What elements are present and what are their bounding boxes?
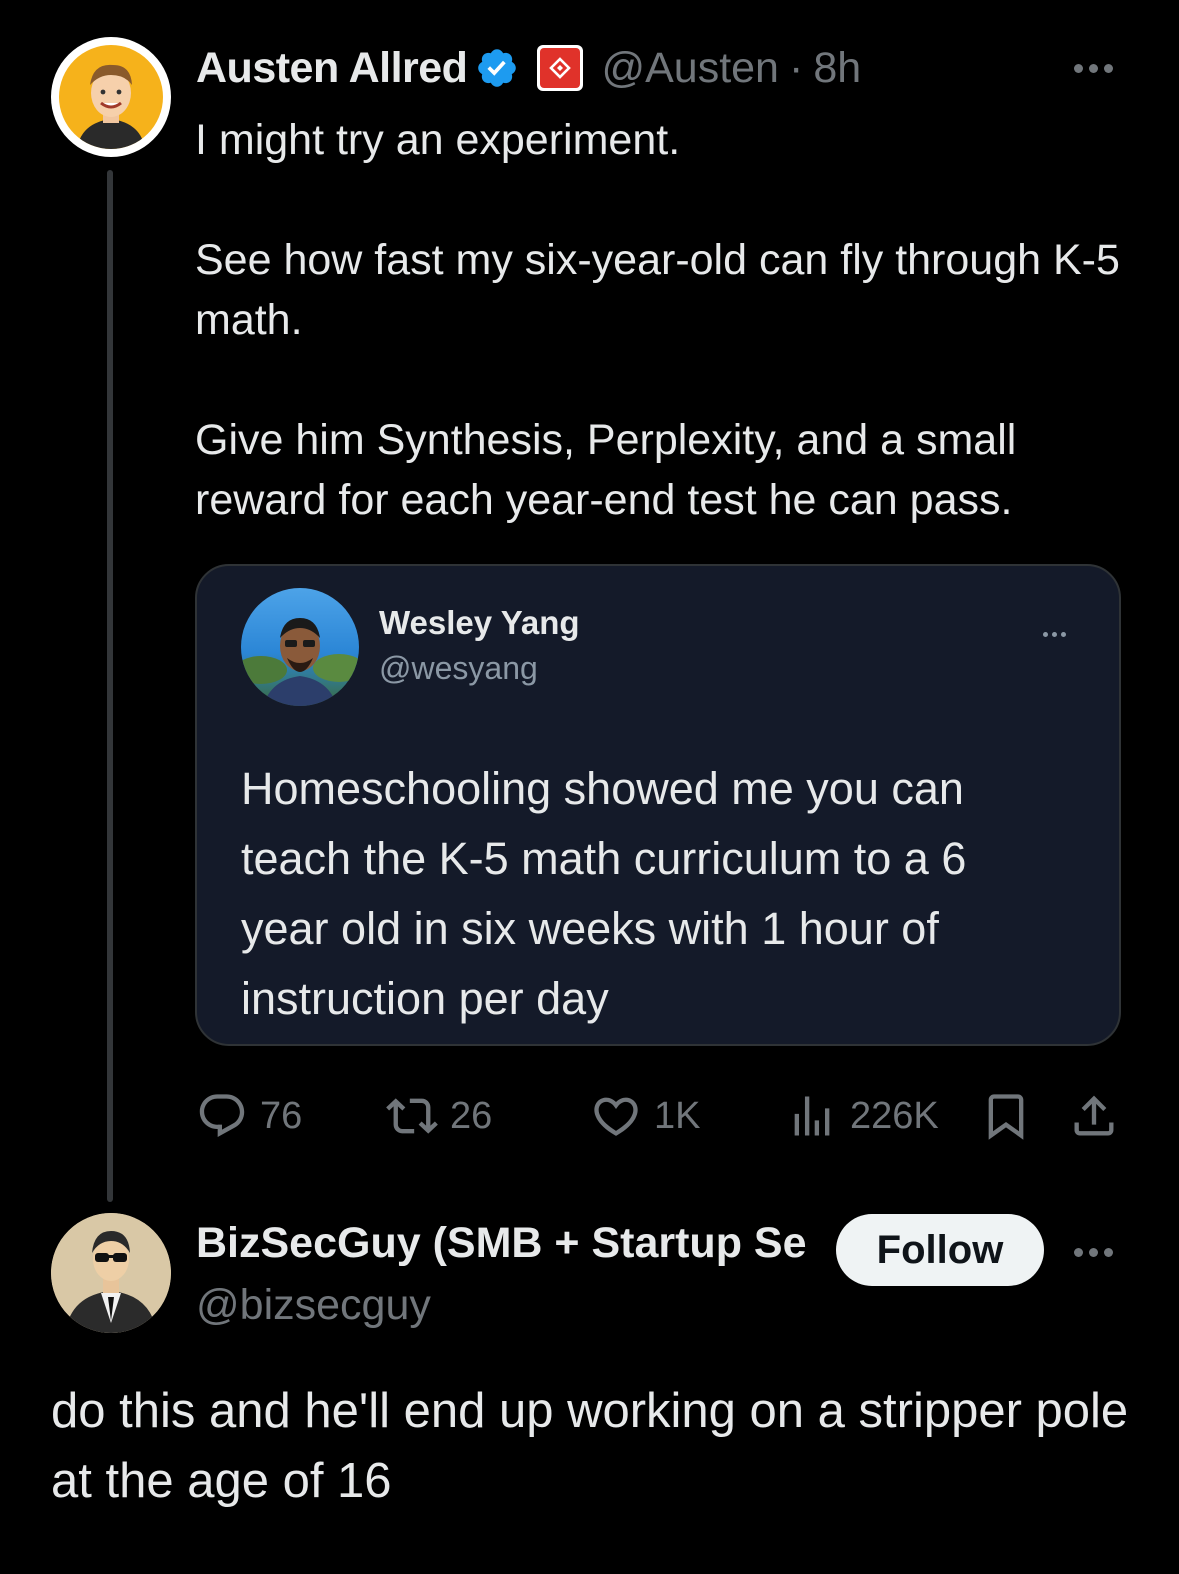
reply-count: 76: [260, 1094, 303, 1137]
views-count: 226K: [850, 1094, 939, 1137]
bookmark-icon: [988, 1094, 1024, 1140]
repost-button[interactable]: 26: [386, 1086, 492, 1146]
tweet-paragraph: I might try an experiment.: [195, 116, 681, 164]
tweet-actions: 76 26 1K 226K: [196, 1086, 1126, 1146]
reply-icon: [199, 1094, 245, 1138]
repost-icon: [386, 1098, 438, 1134]
author-handle[interactable]: @Austen: [601, 44, 779, 93]
reply-text: do this and he'll end up working on a st…: [51, 1384, 1129, 1508]
quoted-author-handle: @wesyang: [379, 650, 538, 686]
tweet-paragraph: Give him Synthesis, Perplexity, and a sm…: [195, 416, 1017, 524]
reply-author-avatar[interactable]: [51, 1213, 171, 1333]
tweet-text: I might try an experiment. See how fast …: [195, 110, 1155, 530]
share-icon: [1074, 1095, 1114, 1136]
timestamp[interactable]: 8h: [813, 44, 861, 93]
quoted-more-icon: [1043, 624, 1070, 642]
views-button[interactable]: 226K: [786, 1086, 939, 1146]
thread-line: [107, 170, 113, 1202]
heart-icon: [594, 1097, 638, 1136]
quoted-author-name: Wesley Yang: [379, 604, 580, 641]
reply-button[interactable]: 76: [196, 1086, 302, 1146]
tweet-header: Austen Allred @Austen · 8h: [196, 40, 861, 96]
verified-badge-icon: [478, 49, 517, 87]
affiliate-badge-icon[interactable]: [537, 45, 584, 91]
author-avatar[interactable]: [51, 37, 171, 157]
quoted-tweet-text: Homeschooling showed me you can teach th…: [241, 763, 967, 1024]
share-button[interactable]: [1068, 1086, 1120, 1146]
reply-author-handle[interactable]: @bizsecguy: [196, 1276, 431, 1334]
separator: ·: [788, 43, 804, 92]
quoted-tweet-card[interactable]: Wesley Yang @wesyang Homeschooling showe…: [195, 564, 1121, 1046]
reply-more-icon[interactable]: [1074, 1244, 1119, 1262]
more-icon[interactable]: [1074, 60, 1119, 78]
views-icon: [794, 1096, 830, 1136]
like-button[interactable]: 1K: [590, 1086, 700, 1146]
diamond-logo-icon: [549, 57, 572, 79]
reply-author-name[interactable]: BizSecGuy (SMB + Startup Se: [196, 1214, 826, 1272]
follow-button[interactable]: Follow: [836, 1214, 1044, 1286]
bookmark-button[interactable]: [980, 1086, 1032, 1146]
like-count: 1K: [654, 1094, 701, 1137]
repost-count: 26: [450, 1094, 493, 1137]
tweet-paragraph: See how fast my six-year-old can fly thr…: [195, 236, 1120, 344]
author-name[interactable]: Austen Allred: [196, 44, 468, 93]
quoted-author-avatar: [241, 588, 359, 706]
